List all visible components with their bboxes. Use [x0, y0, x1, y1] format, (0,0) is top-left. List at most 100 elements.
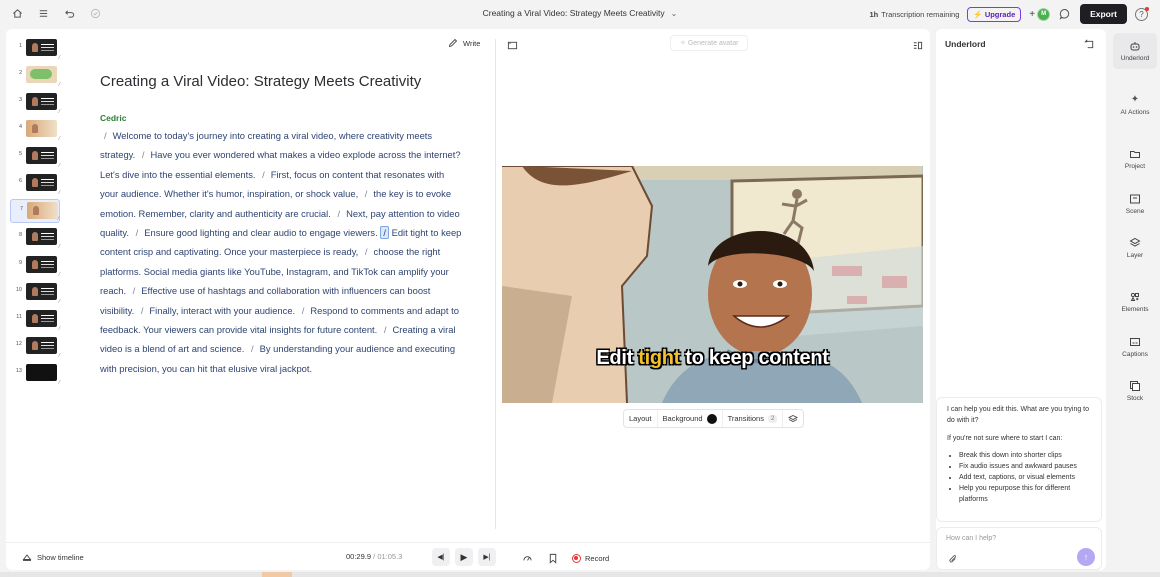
scene-separator[interactable]: / [384, 324, 387, 335]
video-preview[interactable]: Edit tight to keep content [502, 166, 923, 403]
scene-thumb-active[interactable]: 7 ⁄ [10, 199, 60, 223]
panel-toggle-icon[interactable] [910, 38, 924, 52]
background-color-swatch[interactable] [706, 413, 717, 424]
rail-item-layer[interactable]: Layer [1113, 230, 1157, 266]
link-icon: ⁄ [59, 326, 60, 332]
scene-separator[interactable]: / [133, 285, 136, 296]
transcript-text[interactable]: / Welcome to today's journey into creatin… [100, 126, 465, 378]
record-icon [572, 553, 581, 563]
video-caption[interactable]: Edit tight to keep content [502, 347, 923, 370]
collaborators[interactable]: + M [1029, 7, 1051, 21]
scene-thumb[interactable]: 2 ⁄ [10, 64, 60, 88]
scene-thumb[interactable]: 3 ⁄ [10, 91, 60, 115]
rail-item-elements[interactable]: Elements [1113, 284, 1157, 320]
scene-separator[interactable]: / [337, 208, 340, 219]
scene-separator[interactable]: / [251, 343, 254, 354]
scene-separator[interactable]: / [365, 246, 368, 257]
layers-button[interactable] [783, 410, 803, 427]
scene-image [26, 364, 57, 381]
skip-forward-icon[interactable]: ▶| [478, 548, 496, 566]
rail-label: Layer [1126, 252, 1144, 259]
scene-separator[interactable]: / [136, 227, 139, 238]
link-icon: ⁄ [59, 163, 60, 169]
skip-back-icon[interactable]: ◀| [432, 548, 450, 566]
scene-thumb[interactable]: 12 ⁄ [10, 335, 60, 359]
scene-thumb[interactable]: 8 ⁄ [10, 226, 60, 250]
help-icon[interactable]: ? [1135, 6, 1149, 21]
editor-card: 1 ⁄ 2 ⁄ 3 ⁄ 4 ⁄ 5 ⁄ 6 ⁄ 7 ⁄ 8 ⁄ 9 ⁄ 10 ⁄ 11 ⁄ 12 ⁄ 1… [6, 29, 930, 570]
record-label: Record [585, 553, 610, 563]
generate-avatar-button[interactable]: ✧ Generate avatar [670, 35, 749, 51]
chat-input-placeholder[interactable]: How can I help? [946, 535, 996, 542]
export-button[interactable]: Export [1080, 4, 1127, 24]
sentence[interactable]: Finally, interact with your audience. [149, 305, 295, 316]
upgrade-button[interactable]: ⚡ Upgrade [967, 6, 1022, 22]
rail-item-captions[interactable]: Captions [1113, 329, 1157, 365]
show-timeline-button[interactable]: Show timeline [22, 552, 84, 562]
active-scene-separator[interactable]: / [380, 226, 389, 240]
scene-thumb[interactable]: 9 ⁄ [10, 254, 60, 278]
scene-image [26, 174, 57, 191]
new-chat-icon[interactable] [1082, 37, 1096, 51]
speed-icon[interactable] [520, 551, 534, 565]
bookmark-icon[interactable] [546, 551, 560, 565]
paperclip-icon[interactable] [946, 552, 960, 566]
scene-separator[interactable]: / [141, 305, 144, 316]
scene-icon [1129, 193, 1141, 205]
assistant-intro: I can help you edit this. What are you t… [947, 406, 1090, 424]
scene-thumb[interactable]: 1 ⁄ [10, 37, 60, 61]
rail-item-scene[interactable]: Scene [1113, 186, 1157, 222]
background-button[interactable]: Background [658, 410, 723, 427]
rail-label: Scene [1125, 208, 1145, 215]
link-icon: ⁄ [59, 82, 60, 88]
rail-label: Stock [1126, 395, 1144, 402]
scene-image [26, 66, 57, 83]
upgrade-label: Upgrade [984, 9, 1016, 19]
scene-separator[interactable]: / [365, 188, 368, 199]
aspect-ratio-icon[interactable] [505, 38, 519, 52]
scene-separator[interactable]: / [302, 305, 305, 316]
scene-separator[interactable]: / [104, 130, 107, 141]
chevron-down-icon[interactable]: ⌄ [671, 9, 678, 18]
write-button[interactable]: Write [448, 38, 480, 48]
os-taskbar-edge [0, 572, 1160, 577]
caption-text-pre: Edit [596, 347, 639, 369]
rail-item-underlord[interactable]: Underlord [1113, 33, 1157, 69]
speaker-label[interactable]: Cedric [100, 113, 465, 123]
project-title-text[interactable]: Creating a Viral Video: Strategy Meets C… [483, 8, 665, 18]
layout-button[interactable]: Layout [624, 410, 658, 427]
play-icon[interactable]: ▶ [455, 548, 473, 566]
scene-image [26, 337, 57, 354]
scene-thumb[interactable]: 10 ⁄ [10, 281, 60, 305]
scene-thumb[interactable]: 13 ⁄ [10, 362, 60, 386]
underlord-panel: Underlord I can help you edit this. What… [936, 29, 1106, 570]
chat-input[interactable]: How can I help? ↑ [936, 527, 1102, 570]
script-editor[interactable]: Creating a Viral Video: Strategy Meets C… [100, 73, 465, 378]
rail-item-project[interactable]: Project [1113, 141, 1157, 177]
scene-image [26, 120, 57, 137]
pane-divider[interactable] [495, 39, 496, 529]
suggestion-item: Add text, captions, or visual elements [959, 473, 1091, 484]
scene-separator[interactable]: / [262, 169, 265, 180]
sentence[interactable]: Ensure good lighting and clear audio to … [144, 227, 378, 238]
stock-icon [1129, 380, 1141, 392]
rail-item-stock[interactable]: Stock [1113, 373, 1157, 409]
transitions-label: Transitions [727, 414, 764, 423]
comment-icon[interactable] [1058, 7, 1072, 21]
transitions-button[interactable]: Transitions 2 [723, 410, 784, 427]
scene-image [26, 147, 57, 164]
top-right-tools: 1h Transcription remaining ⚡ Upgrade + M … [870, 4, 1149, 24]
scene-separator[interactable]: / [142, 149, 145, 160]
record-button[interactable]: Record [572, 553, 610, 563]
send-arrow-icon[interactable]: ↑ [1077, 548, 1095, 566]
scene-thumb[interactable]: 4 ⁄ [10, 118, 60, 142]
rail-item-ai-actions[interactable]: ✦ AI Actions [1113, 87, 1157, 123]
doc-title[interactable]: Creating a Viral Video: Strategy Meets C… [100, 73, 465, 90]
scene-thumb[interactable]: 11 ⁄ [10, 308, 60, 332]
scene-thumb[interactable]: 5 ⁄ [10, 145, 60, 169]
sparkle-icon: ✧ [680, 40, 686, 47]
plus-icon[interactable]: + [1029, 9, 1035, 20]
scene-thumb[interactable]: 6 ⁄ [10, 172, 60, 196]
scene-number: 10 [15, 287, 22, 293]
avatar[interactable]: M [1037, 7, 1051, 21]
